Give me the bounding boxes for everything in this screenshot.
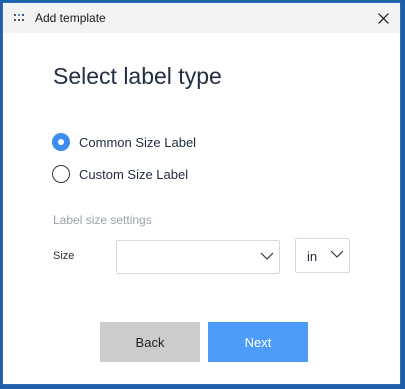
app-grid-icon <box>14 14 24 21</box>
close-button[interactable] <box>366 3 400 33</box>
page-title: Select label type <box>53 63 222 89</box>
radio-label: Custom Size Label <box>79 166 189 182</box>
size-field-label: Size <box>53 250 75 262</box>
chevron-down-icon <box>330 250 344 258</box>
radio-label: Common Size Label <box>79 134 197 150</box>
radio-button-unselected[interactable] <box>52 165 70 183</box>
title-bar: Add template <box>3 3 400 33</box>
radio-button-selected[interactable] <box>52 133 70 151</box>
radio-custom-size-label[interactable]: Custom Size Label <box>52 165 188 183</box>
window-title: Add template <box>35 11 106 25</box>
unit-dropdown-value: in <box>307 249 318 264</box>
size-dropdown[interactable] <box>116 240 280 274</box>
next-button[interactable]: Next <box>208 322 308 362</box>
add-template-dialog: Add template Select label type Common Si… <box>2 2 401 385</box>
section-label-size-settings: Label size settings <box>53 213 152 227</box>
close-icon <box>377 12 389 24</box>
chevron-down-icon <box>260 252 274 260</box>
back-button[interactable]: Back <box>100 322 200 362</box>
unit-dropdown[interactable]: in <box>295 238 350 273</box>
radio-common-size-label[interactable]: Common Size Label <box>52 133 196 151</box>
